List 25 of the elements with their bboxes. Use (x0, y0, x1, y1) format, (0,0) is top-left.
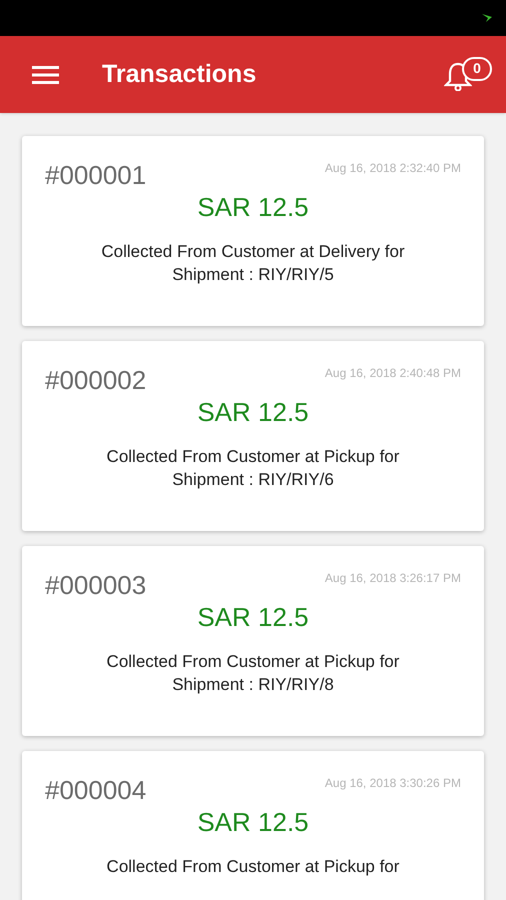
notification-bell-icon[interactable] (444, 60, 472, 90)
transaction-amount: SAR 12.5 (197, 191, 309, 224)
transaction-amount: SAR 12.5 (197, 601, 309, 634)
transaction-card[interactable]: #000003 Aug 16, 2018 3:26:17 PM SAR 12.5 Collected From Customer at Pickup for Shipment : RIY/RIY/8 (22, 546, 484, 736)
transaction-number: #000004 (45, 774, 146, 807)
menu-icon[interactable] (32, 64, 59, 84)
transaction-description: Collected From Customer at Delivery for Shipment : RIY/RIY/5 (100, 241, 406, 286)
notification-count-badge: 0 (462, 56, 492, 80)
transaction-timestamp: Aug 16, 2018 3:26:17 PM (324, 570, 461, 587)
transaction-description: Collected From Customer at Pickup for (106, 856, 400, 878)
transaction-number: #000002 (45, 364, 146, 397)
status-indicator-icon (482, 14, 492, 22)
transaction-timestamp: Aug 16, 2018 3:30:26 PM (324, 775, 461, 792)
transaction-card[interactable]: #000001 Aug 16, 2018 2:32:40 PM SAR 12.5 Collected From Customer at Delivery for Shipment : RIY/RIY/5 (22, 136, 484, 326)
transaction-timestamp: Aug 16, 2018 2:32:40 PM (324, 160, 461, 177)
transaction-timestamp: Aug 16, 2018 2:40:48 PM (324, 365, 461, 382)
transaction-description: Collected From Customer at Pickup for Shipment : RIY/RIY/8 (106, 651, 400, 696)
transaction-card[interactable]: #000002 Aug 16, 2018 2:40:48 PM SAR 12.5 Collected From Customer at Pickup for Shipment : RIY/RIY/6 (22, 341, 484, 531)
transaction-description: Collected From Customer at Pickup for Shipment : RIY/RIY/6 (106, 446, 400, 491)
transaction-number: #000003 (45, 569, 146, 602)
transaction-amount: SAR 12.5 (197, 806, 309, 839)
transaction-card[interactable]: #000004 Aug 16, 2018 3:30:26 PM SAR 12.5 Collected From Customer at Pickup for (22, 751, 484, 900)
transaction-number: #000001 (45, 159, 146, 192)
screen-title: Transactions (102, 58, 256, 90)
transaction-amount: SAR 12.5 (197, 396, 309, 429)
